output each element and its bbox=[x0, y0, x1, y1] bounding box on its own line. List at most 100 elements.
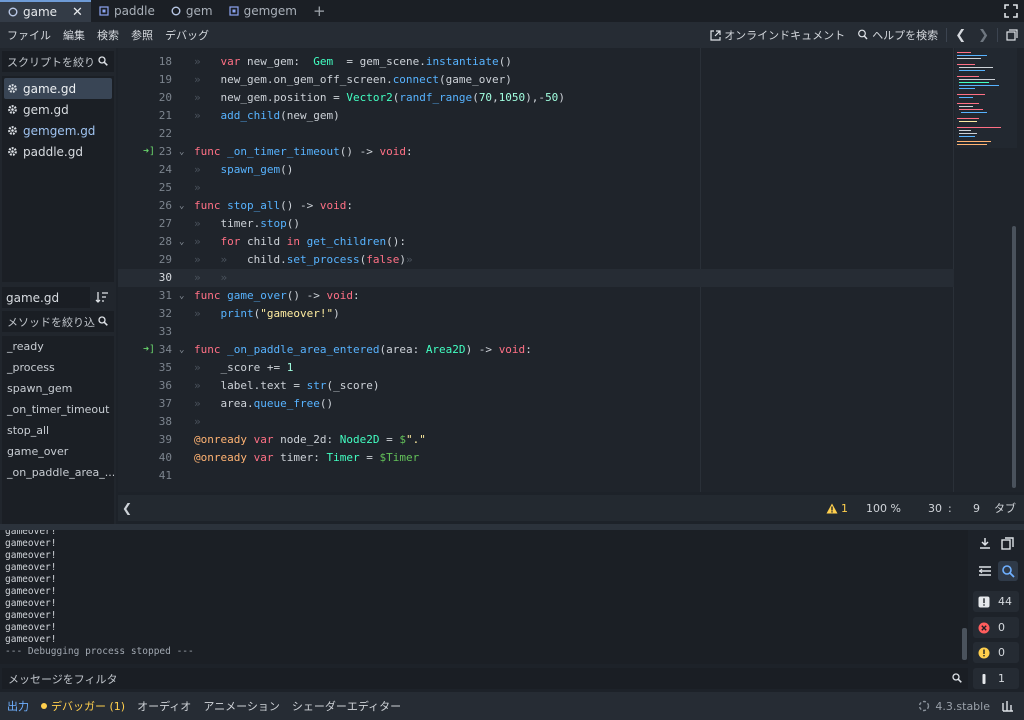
script-filter-input[interactable]: スクリプトを絞り bbox=[2, 51, 114, 72]
code-line: 29» » child.set_process(false)» bbox=[158, 253, 413, 266]
code-line: 19» new_gem.on_gem_off_screen.connect(ga… bbox=[158, 73, 512, 86]
tab-audio[interactable]: オーディオ bbox=[131, 698, 197, 714]
code-line-current: 30» » bbox=[118, 269, 954, 287]
tab-gem[interactable]: gem bbox=[163, 0, 221, 22]
code-line: 32» print("gameover!") bbox=[158, 307, 340, 320]
cursor-separator: : bbox=[948, 501, 952, 515]
method-item[interactable]: game_over bbox=[2, 441, 114, 462]
history-back-icon[interactable]: ❮ bbox=[949, 28, 972, 43]
bottom-panel-tabs: 出力 デバッガー (1) オーディオ アニメーション シェーダーエディター 4.… bbox=[0, 692, 1024, 720]
tab-debugger[interactable]: デバッガー (1) bbox=[35, 698, 131, 714]
code-line: 35» _score += 1 bbox=[158, 361, 294, 374]
collapse-icon[interactable] bbox=[975, 561, 995, 581]
tab-label: gem bbox=[185, 4, 213, 18]
output-line: gameover! bbox=[5, 538, 57, 549]
menu-goto[interactable]: 参照 bbox=[125, 27, 159, 43]
filter-warnings-button[interactable]: 0 bbox=[973, 642, 1019, 663]
search-help-label: ヘルプを検索 bbox=[872, 29, 939, 42]
output-line: gameover! bbox=[5, 530, 57, 537]
help-search-icon bbox=[858, 29, 868, 40]
tab-game[interactable]: game ✕ bbox=[0, 0, 91, 22]
sort-icon[interactable] bbox=[95, 290, 109, 304]
output-scrollbar[interactable] bbox=[962, 628, 967, 660]
code-line: 37» area.queue_free() bbox=[158, 397, 334, 410]
script-item-gem[interactable]: gem.gd bbox=[2, 99, 114, 120]
tab-shader-editor[interactable]: シェーダーエディター bbox=[286, 698, 407, 714]
script-item-paddle[interactable]: paddle.gd bbox=[2, 141, 114, 162]
search-icon bbox=[952, 673, 962, 683]
script-item-label: gemgem.gd bbox=[23, 123, 96, 138]
code-line: 20» new_gem.position = Vector2(randf_ran… bbox=[158, 91, 565, 104]
messages-count: 44 bbox=[998, 595, 1012, 608]
menu-search[interactable]: 検索 bbox=[91, 27, 125, 43]
filter-editor-button[interactable]: 1 bbox=[973, 668, 1019, 689]
method-item[interactable]: _ready bbox=[2, 336, 114, 357]
tab-output[interactable]: 出力 bbox=[0, 698, 35, 714]
filter-errors-button[interactable]: 0 bbox=[973, 617, 1019, 638]
copy-icon[interactable] bbox=[998, 534, 1018, 554]
menu-file[interactable]: ファイル bbox=[0, 27, 57, 43]
node2d-icon bbox=[228, 6, 239, 16]
search-toggle-icon[interactable] bbox=[998, 561, 1018, 581]
method-filter-input[interactable]: メソッドを絞り込 bbox=[2, 311, 114, 332]
script-item-gemgem[interactable]: gemgem.gd bbox=[2, 120, 114, 141]
toggle-panel-icon[interactable]: ❮ bbox=[122, 501, 132, 515]
code-line: ➜] 34 ⌄ func _on_paddle_area_entered(area: … bbox=[118, 341, 954, 359]
circle-script-icon bbox=[8, 7, 18, 17]
code-line: 26 ⌄ func stop_all() -> void: bbox=[158, 199, 353, 212]
expand-panel-icon[interactable] bbox=[1001, 699, 1015, 713]
output-filter-placeholder: メッセージをフィルタ bbox=[8, 672, 118, 686]
method-item[interactable]: _on_paddle_area_... bbox=[2, 462, 114, 483]
code-line: 38» bbox=[158, 415, 201, 428]
tab-label: game bbox=[23, 5, 58, 19]
online-docs-button[interactable]: オンラインドキュメント bbox=[704, 27, 851, 43]
tab-debugger-label: デバッガー (1) bbox=[51, 700, 126, 713]
tab-paddle[interactable]: paddle bbox=[91, 0, 163, 22]
output-filter-input[interactable]: メッセージをフィルタ bbox=[2, 668, 968, 689]
version-label: 4.3.stable bbox=[918, 692, 990, 720]
menu-edit[interactable]: 編集 bbox=[57, 27, 91, 43]
script-menu-bar: ファイル 編集 検索 参照 デバッグ オンラインドキュメント ヘルプを検索 ❮ … bbox=[0, 22, 1024, 48]
output-line: gameover! bbox=[5, 550, 57, 561]
update-spinner-icon bbox=[919, 700, 930, 712]
method-item[interactable]: _on_timer_timeout bbox=[2, 399, 114, 420]
zoom-level[interactable]: 100 % bbox=[866, 495, 901, 521]
script-list: game.gd gem.gd gemgem.gd paddle.gd bbox=[2, 76, 114, 282]
add-tab-button[interactable]: + bbox=[305, 0, 334, 22]
code-minimap[interactable] bbox=[955, 48, 1017, 148]
window-float-icon[interactable] bbox=[1006, 29, 1018, 41]
toolbar-separator bbox=[997, 28, 998, 42]
output-line: gameover! bbox=[5, 598, 57, 609]
close-icon[interactable]: ✕ bbox=[72, 5, 83, 20]
method-item[interactable]: stop_all bbox=[2, 420, 114, 441]
filter-messages-button[interactable]: 44 bbox=[973, 591, 1019, 612]
fullscreen-icon[interactable] bbox=[1003, 3, 1019, 19]
method-filter-placeholder: メソッドを絞り込 bbox=[7, 315, 95, 329]
version-text: 4.3.stable bbox=[935, 699, 990, 713]
code-line: 39 @onready var node_2d: Node2D = $"." bbox=[158, 433, 426, 446]
code-editor[interactable]: 18» var new_gem: Gem = gem_scene.instant… bbox=[118, 48, 1024, 492]
clear-output-icon[interactable] bbox=[975, 534, 995, 554]
menu-debug[interactable]: デバッグ bbox=[159, 27, 215, 43]
code-line: ➜] 23 ⌄ func _on_timer_timeout() -> void: bbox=[118, 143, 954, 161]
history-forward-icon[interactable]: ❯ bbox=[972, 28, 995, 43]
code-line: 28 ⌄» for child in get_children(): bbox=[158, 235, 406, 248]
method-item[interactable]: spawn_gem bbox=[2, 378, 114, 399]
warnings-indicator[interactable]: 1 bbox=[826, 495, 848, 521]
code-line: 25» bbox=[158, 181, 201, 194]
tab-gemgem[interactable]: gemgem bbox=[221, 0, 305, 22]
tab-animation[interactable]: アニメーション bbox=[197, 698, 286, 714]
code-line: 21» add_child(new_gem) bbox=[158, 109, 340, 122]
code-line: 36» label.text = str(_score) bbox=[158, 379, 380, 392]
gear-icon bbox=[8, 126, 17, 135]
editor-scrollbar[interactable] bbox=[1012, 226, 1016, 488]
indent-mode[interactable]: タブ bbox=[994, 495, 1016, 521]
script-item-game[interactable]: game.gd bbox=[4, 78, 112, 99]
node2d-icon bbox=[99, 6, 109, 16]
cursor-line: 30 bbox=[928, 501, 942, 515]
editor-right-tools: オンラインドキュメント ヘルプを検索 ❮ ❯ bbox=[704, 22, 1024, 48]
search-help-button[interactable]: ヘルプを検索 bbox=[851, 27, 944, 43]
errors-count: 0 bbox=[998, 621, 1005, 634]
method-item[interactable]: _process bbox=[2, 357, 114, 378]
output-line: gameover! bbox=[5, 610, 57, 621]
